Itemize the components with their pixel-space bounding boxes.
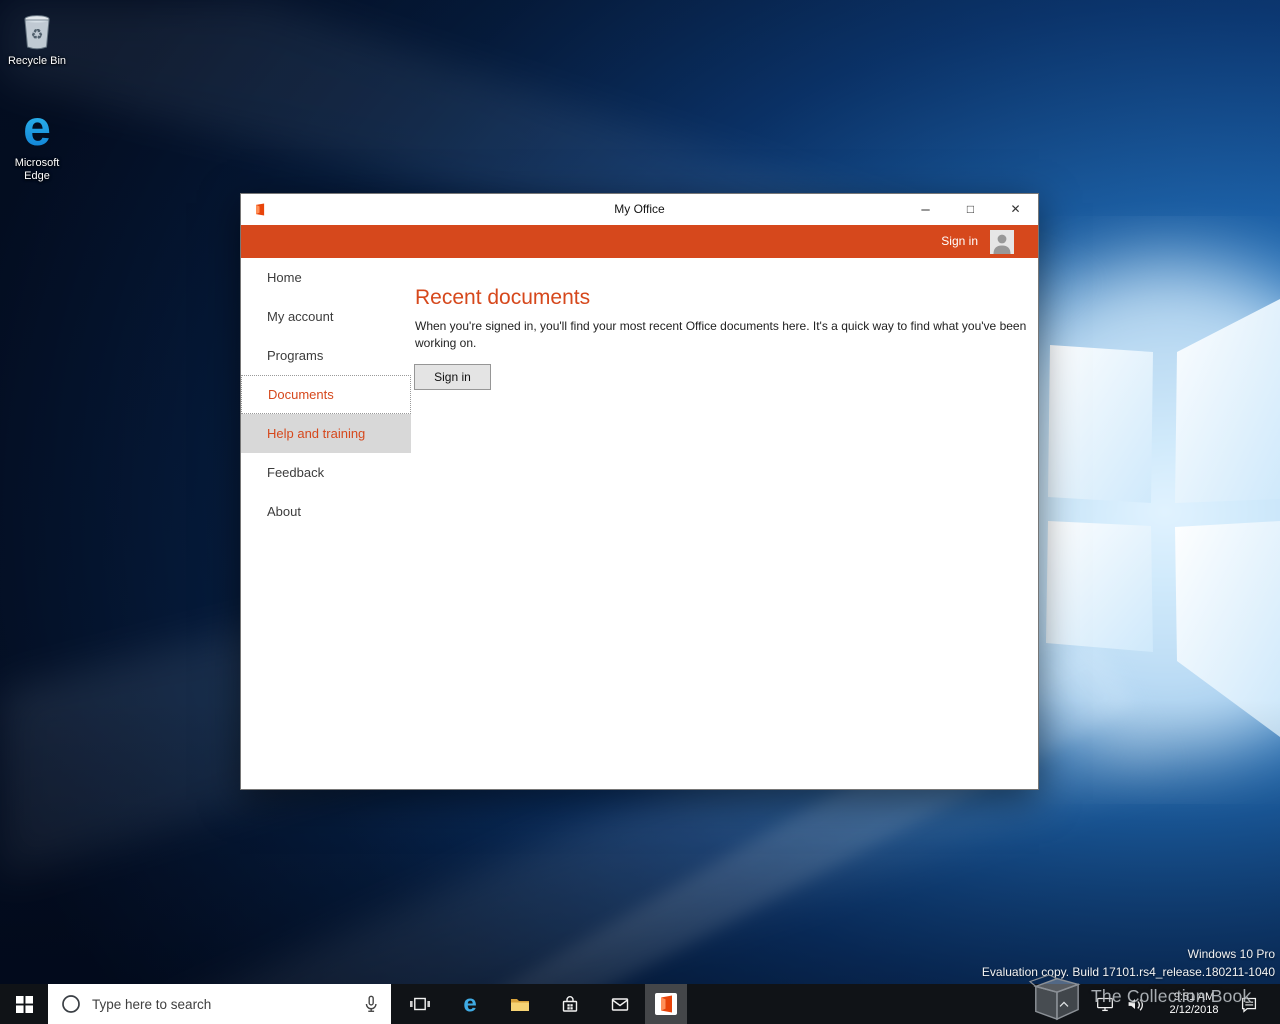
desktop-icon-recycle-bin[interactable]: ♻ Recycle Bin (6, 8, 68, 68)
volume-tray-button[interactable] (1122, 984, 1148, 1024)
store-button[interactable] (548, 984, 592, 1024)
sidebar-item-help-and-training[interactable]: Help and training (241, 414, 411, 453)
action-center-icon (1241, 997, 1257, 1013)
desktop-icon-label: Microsoft Edge (14, 157, 60, 182)
winver-build: Evaluation copy. Build 17101.rs4_release… (981, 965, 1275, 979)
task-view-icon (410, 997, 430, 1011)
svg-text:♻: ♻ (31, 26, 44, 42)
user-avatar-icon[interactable] (990, 230, 1014, 254)
sidebar-item-about[interactable]: About (241, 492, 411, 531)
chevron-up-icon (1059, 1001, 1069, 1007)
sidebar-item-my-account[interactable]: My account (241, 297, 411, 336)
taskbar-search[interactable] (48, 984, 391, 1024)
close-button[interactable]: ✕ (993, 194, 1038, 225)
mail-button[interactable] (598, 984, 642, 1024)
store-icon (562, 996, 578, 1012)
maximize-button[interactable]: □ (948, 194, 993, 225)
file-explorer-button[interactable] (498, 984, 542, 1024)
start-button[interactable] (0, 984, 48, 1024)
task-view-button[interactable] (398, 984, 442, 1024)
edge-taskbar-icon: e (463, 991, 476, 1017)
winver-watermark: Windows 10 Pro Evaluation copy. Build 17… (982, 945, 1275, 981)
my-office-window: My Office – □ ✕ Sign in Home My account … (240, 193, 1039, 790)
page-title: Recent documents (415, 286, 591, 309)
taskbar: e (0, 984, 1280, 1024)
network-icon (1097, 997, 1113, 1012)
desktop-icon-microsoft-edge[interactable]: e Microsoft Edge (6, 104, 68, 183)
recycle-bin-icon: ♻ (24, 15, 50, 50)
svg-text:e: e (463, 991, 476, 1017)
sidebar-item-documents[interactable]: Documents (241, 375, 411, 414)
taskbar-edge-button[interactable]: e (448, 984, 492, 1024)
search-input[interactable] (92, 996, 361, 1012)
edge-icon: e (23, 104, 51, 154)
sidebar-item-programs[interactable]: Programs (241, 336, 411, 375)
winver-edition: Windows 10 Pro (1187, 947, 1275, 961)
office-taskbar-icon (655, 993, 677, 1015)
speaker-icon (1128, 998, 1143, 1011)
banner-signin-link[interactable]: Sign in (941, 225, 978, 258)
clock-date: 2/12/2018 (1169, 1004, 1219, 1016)
svg-text:e: e (23, 104, 51, 154)
file-explorer-icon (511, 999, 529, 1011)
windows-logo-icon (15, 995, 33, 1013)
signin-banner: Sign in (241, 225, 1038, 258)
action-center-button[interactable] (1234, 984, 1264, 1024)
minimize-button[interactable]: – (903, 194, 948, 225)
sidebar-item-feedback[interactable]: Feedback (241, 453, 411, 492)
mail-icon (611, 998, 629, 1011)
window-titlebar[interactable]: My Office – □ ✕ (241, 194, 1038, 225)
cortana-circle-icon (62, 995, 80, 1013)
show-hidden-icons-button[interactable] (1052, 984, 1076, 1024)
desktop-icon-label: Recycle Bin (7, 55, 67, 67)
sidebar-item-home[interactable]: Home (241, 258, 411, 297)
page-description: When you're signed in, you'll find your … (415, 319, 1027, 350)
clock-time: 9:51 AM (1173, 991, 1215, 1003)
network-tray-button[interactable] (1092, 984, 1118, 1024)
taskbar-clock[interactable]: 9:51 AM 2/12/2018 (1156, 984, 1232, 1024)
desktop: ♻ Recycle Bin e Microsoft Edge Windows 1… (0, 0, 1280, 1024)
taskbar-office-button-active[interactable] (645, 984, 687, 1024)
microphone-icon[interactable] (361, 993, 381, 1015)
sign-in-button[interactable]: Sign in (414, 364, 491, 390)
